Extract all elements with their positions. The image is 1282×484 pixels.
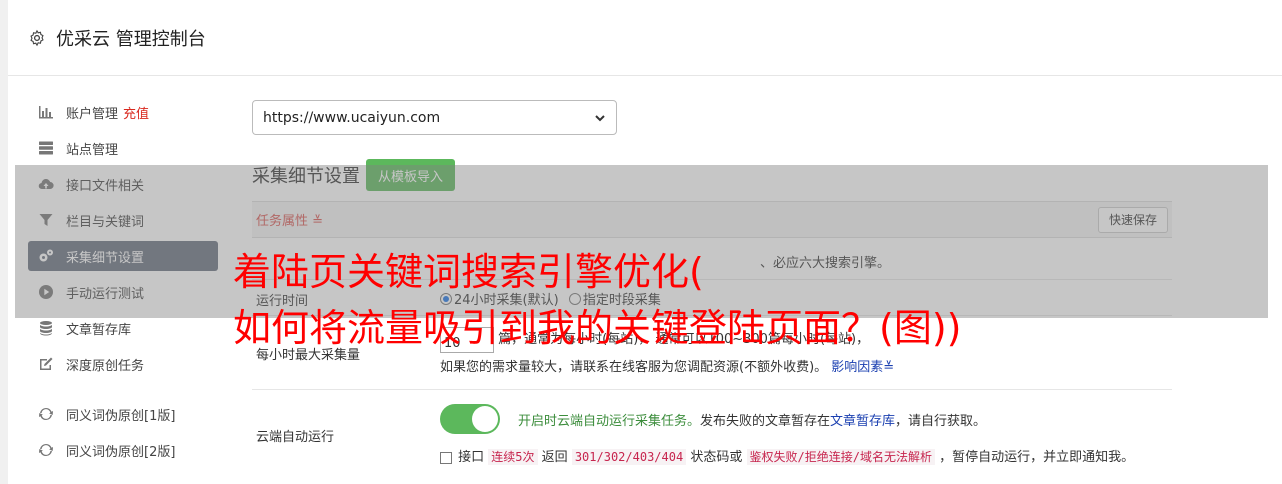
cloud-run-text-2: ，请自行获取。 [895,413,987,429]
refresh-icon [39,407,53,421]
overlay-line-2: 如何将流量吸引到我的关键登陆页面？(图)) [233,306,962,350]
article-storage-link[interactable]: 文章暂存库 [830,410,895,429]
sidebar-item-label: 账户管理 [66,106,119,122]
sidebar-item-synonym-v2[interactable]: 同义词伪原创[2版] [28,435,218,465]
gear-icon [30,29,44,46]
site-select-value: https://www.ucaiyun.com [263,109,441,126]
sidebar-item-account[interactable]: 账户管理 充值 [28,97,218,127]
sidebar-item-label: 同义词伪原创[1版] [66,408,176,424]
api-code-2: 301/302/403/404 [571,449,687,465]
api-text-3: 状态码或 [690,450,743,465]
influence-factors-link[interactable]: 影响因素≚ [831,360,894,375]
sidebar-item-deep-original[interactable]: 深度原创任务 [28,349,218,379]
edit-icon [40,357,53,370]
chevron-down-icon [595,114,605,121]
api-code-3: 鉴权失败/拒绝连接/域名无法解析 [746,449,935,465]
max-collect-desc-2: 如果您的需求量较大，请联系在线客服为您调配资源(不额外收费)。 [440,360,828,375]
cloud-run-text: 发布失败的文章暂存在 [700,413,831,429]
overlay-line-1: 着陆页关键词搜索引擎优化( [233,250,704,294]
sidebar-item-label: 深度原创任务 [66,358,145,374]
cloud-run-row: 云端自动运行 开启时云端自动运行采集任务。 发布失败的文章暂存在 文章暂存库 ，… [252,390,1172,484]
sidebar-item-label: 同义词伪原创[2版] [66,444,176,460]
cloud-run-green-text: 开启时云端自动运行采集任务。 [518,413,701,429]
server-icon [39,141,53,155]
sidebar-item-sites[interactable]: 站点管理 [28,133,218,163]
bar-chart-icon [39,106,53,119]
sidebar-item-label: 站点管理 [66,142,119,158]
sidebar-item-label: 文章暂存库 [66,322,132,338]
api-text-2: 返回 [541,450,568,465]
refresh-icon [39,443,53,457]
recharge-badge[interactable]: 充值 [123,103,149,122]
cloud-run-toggle[interactable] [440,404,500,434]
api-pause-checkbox[interactable] [440,451,452,464]
site-select[interactable]: https://www.ucaiyun.com [252,100,617,135]
header: 优采云 管理控制台 [8,0,1282,76]
api-text-4: ，暂停自动运行，并立即通知我。 [939,450,1135,465]
page-title: 优采云 管理控制台 [56,28,206,50]
api-code-1: 连续5次 [488,449,538,465]
cloud-run-label: 云端自动运行 [256,430,335,445]
overlay-headline: 着陆页关键词搜索引擎优化( 如何将流量吸引到我的关键登陆页面？(图)) [233,244,961,356]
api-text-1: 接口 [458,450,485,465]
sidebar-item-synonym-v1[interactable]: 同义词伪原创[1版] [28,399,218,429]
database-icon [40,321,52,336]
